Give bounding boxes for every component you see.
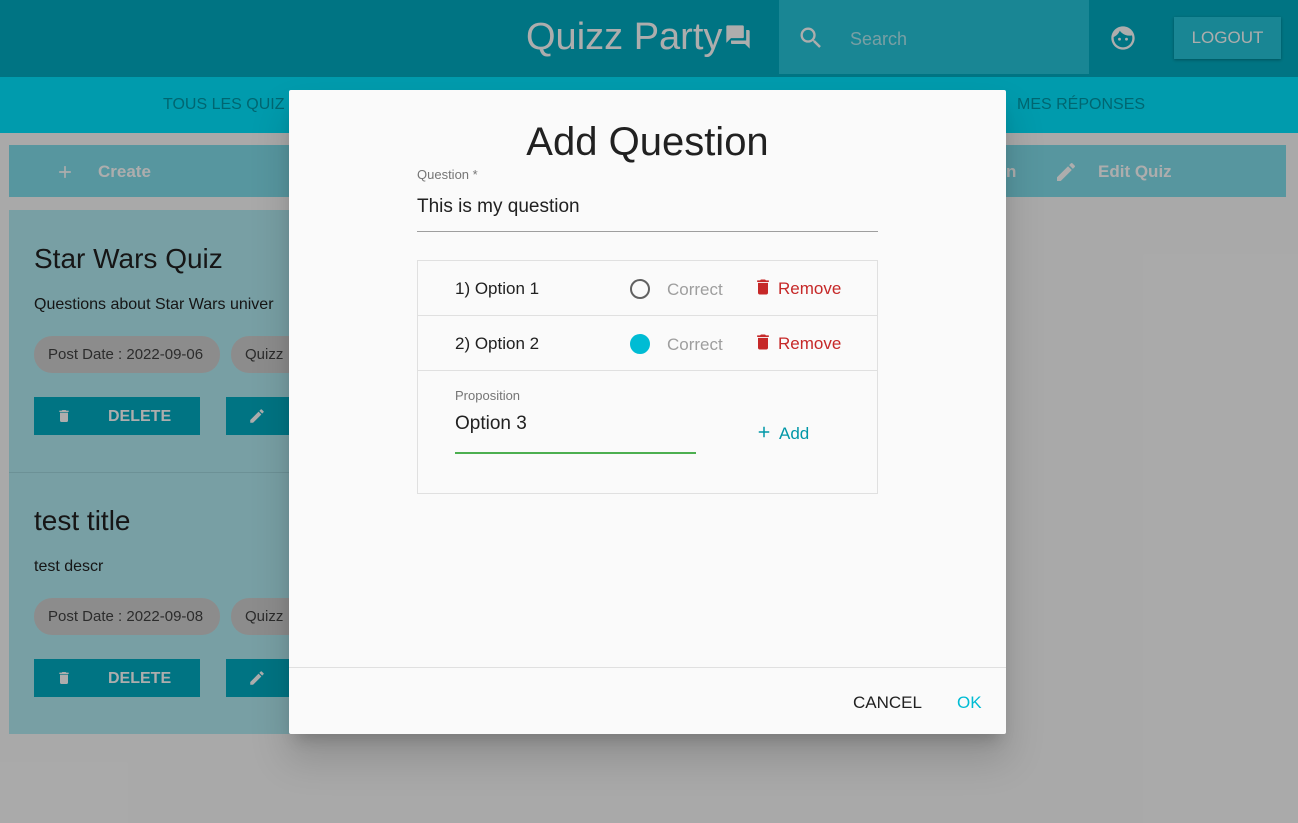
proposition-label: Proposition: [455, 388, 521, 403]
add-label: Add: [779, 424, 810, 443]
trash-icon: [757, 334, 769, 350]
ok-button[interactable]: OK: [957, 693, 982, 713]
correct-label: Correct: [667, 335, 723, 354]
option-row: 1) Option 1 Correct Remove: [418, 261, 877, 316]
remove-label: Remove: [778, 334, 842, 353]
correct-label: Correct: [667, 280, 723, 299]
trash-icon: [757, 279, 769, 295]
cancel-button[interactable]: CANCEL: [853, 693, 922, 713]
question-input[interactable]: This is my question: [417, 196, 580, 218]
correct-radio[interactable]: [630, 279, 650, 299]
dialog-actions-divider: [289, 667, 1006, 668]
add-question-dialog: Add Question Question * This is my quest…: [289, 90, 1006, 734]
proposition-input[interactable]: [455, 409, 695, 439]
option-text: 1) Option 1: [455, 279, 540, 298]
plus-icon: [758, 426, 770, 438]
correct-radio[interactable]: [630, 334, 650, 354]
question-underline: [417, 231, 878, 232]
options-list: 1) Option 1 Correct Remove 2) Option 2 C…: [417, 260, 878, 494]
remove-label: Remove: [778, 279, 842, 298]
option-text: 2) Option 2: [455, 334, 540, 353]
option-row: 2) Option 2 Correct Remove: [418, 316, 877, 371]
proposition-underline: [455, 452, 696, 454]
dialog-title: Add Question: [526, 120, 769, 164]
question-label: Question *: [417, 167, 478, 182]
